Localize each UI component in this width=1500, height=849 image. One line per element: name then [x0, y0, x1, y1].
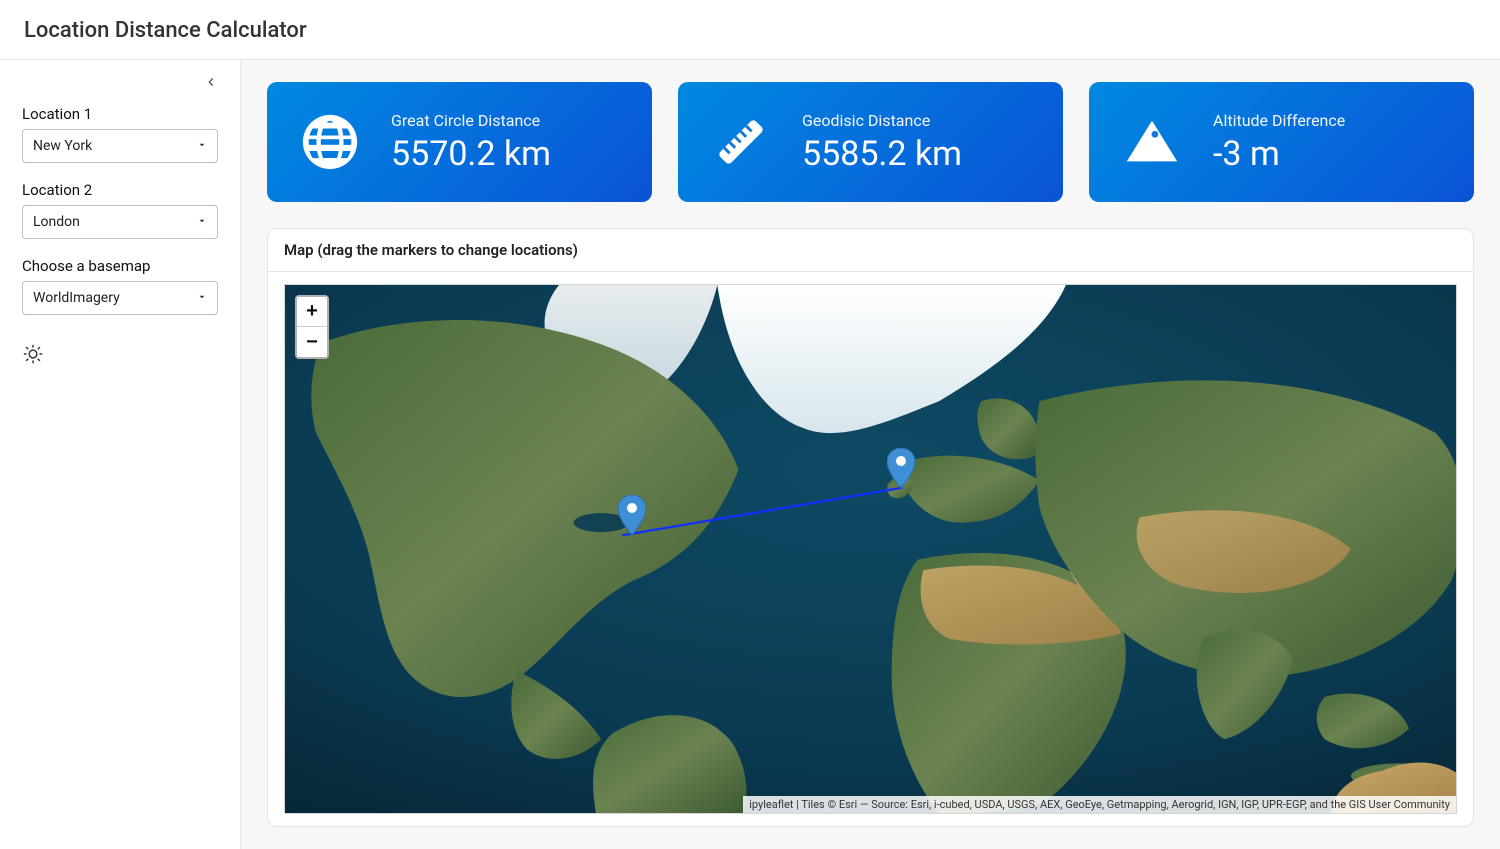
zoom-in-button[interactable]: +	[297, 297, 327, 327]
map-zoom-controls: + −	[295, 295, 329, 359]
location-2-label: Location 2	[22, 181, 218, 199]
map-marker-location-2[interactable]	[887, 448, 915, 488]
location-1-value: New York	[33, 138, 92, 154]
chevron-down-icon	[197, 138, 207, 154]
main-content: Great Circle Distance 5570.2 km	[241, 60, 1500, 849]
card-great-circle: Great Circle Distance 5570.2 km	[267, 82, 652, 202]
sidebar: Location 1 New York Location 2 London Ch…	[0, 60, 241, 849]
map-viewport[interactable]: + −	[284, 284, 1457, 814]
ruler-icon	[706, 107, 776, 177]
card-great-circle-value: 5570.2 km	[391, 134, 551, 174]
basemap-value: WorldImagery	[33, 290, 120, 306]
map-marker-location-1[interactable]	[618, 495, 646, 535]
page-title: Location Distance Calculator	[24, 18, 1476, 43]
location-2-select[interactable]: London	[22, 205, 218, 239]
map-header: Map (drag the markers to change location…	[268, 229, 1473, 272]
card-altitude: Altitude Difference -3 m	[1089, 82, 1474, 202]
sidebar-collapse-icon[interactable]	[204, 74, 218, 93]
zoom-out-button[interactable]: −	[297, 327, 327, 357]
chevron-down-icon	[197, 290, 207, 306]
card-altitude-value: -3 m	[1213, 134, 1345, 174]
globe-icon	[295, 107, 365, 177]
map-attribution: ipyleaflet | Tiles © Esri — Source: Esri…	[743, 796, 1456, 813]
card-geodisic-title: Geodisic Distance	[802, 111, 962, 130]
metric-cards: Great Circle Distance 5570.2 km	[267, 82, 1474, 202]
card-geodisic-value: 5585.2 km	[802, 134, 962, 174]
mountain-icon	[1117, 107, 1187, 177]
location-1-label: Location 1	[22, 105, 218, 123]
theme-toggle-icon[interactable]	[22, 343, 218, 369]
chevron-down-icon	[197, 214, 207, 230]
location-2-value: London	[33, 214, 80, 230]
location-1-select[interactable]: New York	[22, 129, 218, 163]
basemap-select[interactable]: WorldImagery	[22, 281, 218, 315]
page-header: Location Distance Calculator	[0, 0, 1500, 60]
basemap-label: Choose a basemap	[22, 257, 218, 275]
card-geodisic: Geodisic Distance 5585.2 km	[678, 82, 1063, 202]
card-altitude-title: Altitude Difference	[1213, 111, 1345, 130]
world-map-svg	[285, 285, 1456, 813]
card-great-circle-title: Great Circle Distance	[391, 111, 551, 130]
map-card: Map (drag the markers to change location…	[267, 228, 1474, 827]
